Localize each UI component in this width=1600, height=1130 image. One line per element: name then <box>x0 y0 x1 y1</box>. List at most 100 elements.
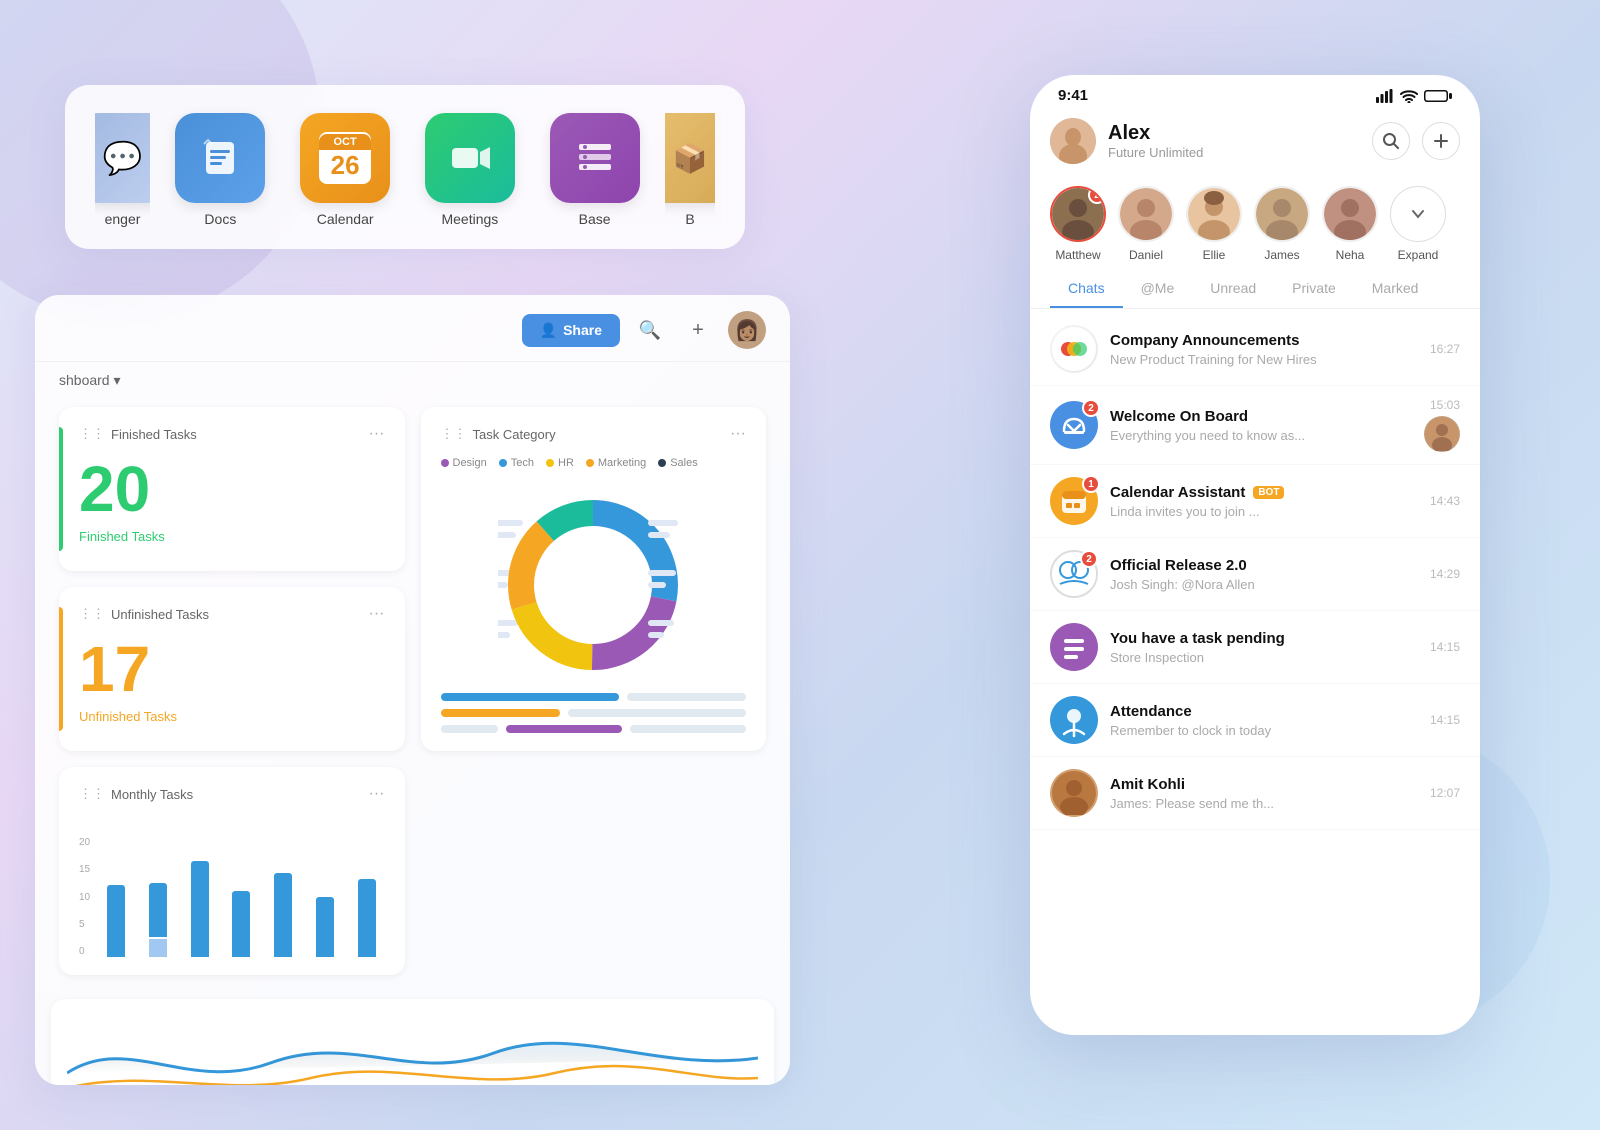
welcome-thumb <box>1424 416 1460 452</box>
bar-design <box>506 725 622 733</box>
legend-label-hr: HR <box>558 457 574 469</box>
company-time: 16:27 <box>1430 342 1460 356</box>
amit-preview: James: Please send me th... <box>1110 796 1418 811</box>
monthly-tasks-card: ⋮⋮ Monthly Tasks ··· 20 15 10 5 0 <box>59 767 405 975</box>
amit-time: 12:07 <box>1430 786 1460 800</box>
tab-unread[interactable]: Unread <box>1192 270 1274 308</box>
attendance-extra: 14:15 <box>1430 713 1460 727</box>
bar-6 <box>307 897 343 957</box>
legend-label-tech: Tech <box>511 457 534 469</box>
avatar-image: 👩🏽 <box>735 318 760 343</box>
daniel-avatar <box>1118 186 1174 242</box>
welcome-avatar: 2 <box>1050 401 1098 449</box>
search-action-btn[interactable] <box>1372 122 1410 160</box>
app-icon-base[interactable]: Base <box>540 113 649 227</box>
line-chart-card <box>51 999 774 1085</box>
story-expand[interactable]: Expand <box>1390 186 1446 262</box>
profile-info: Alex Future Unlimited <box>1108 122 1203 160</box>
category-more-btn[interactable]: ··· <box>730 425 746 443</box>
chat-company-announcements[interactable]: Company Announcements New Product Traini… <box>1030 313 1480 386</box>
legend-tech: Tech <box>499 457 534 469</box>
wifi-icon <box>1400 89 1418 103</box>
meetings-icon-box <box>425 113 515 203</box>
neha-avatar <box>1322 186 1378 242</box>
phone-mockup: 9:41 <box>1030 75 1480 1035</box>
profile-name: Alex <box>1108 122 1203 145</box>
tab-private[interactable]: Private <box>1274 270 1354 308</box>
unfinished-more-btn[interactable]: ··· <box>369 605 385 623</box>
story-neha[interactable]: Neha <box>1322 186 1378 262</box>
tab-chats[interactable]: Chats <box>1050 270 1123 308</box>
avatar-svg <box>1050 118 1096 164</box>
release-avatar: 2 <box>1050 550 1098 598</box>
bar-5 <box>265 873 301 957</box>
messenger-icon-box: 💬 <box>95 113 150 203</box>
release-extra: 14:29 <box>1430 567 1460 581</box>
add-button[interactable]: + <box>680 312 716 348</box>
calendar-label: Calendar <box>317 211 374 227</box>
profile-left: Alex Future Unlimited <box>1050 118 1203 164</box>
attendance-content: Attendance Remember to clock in today <box>1110 703 1418 738</box>
battery-icon <box>1424 89 1452 103</box>
app-icon-meetings[interactable]: Meetings <box>416 113 525 227</box>
chat-welcome[interactable]: 2 Welcome On Board Everything you need t… <box>1030 386 1480 465</box>
category-bar-row-2 <box>441 709 747 717</box>
grid-icon-2: ⋮⋮ <box>441 426 467 442</box>
signal-icon <box>1376 89 1394 103</box>
monthly-bar-chart: 20 15 10 5 0 <box>79 817 385 957</box>
app-icon-docs[interactable]: Docs <box>166 113 275 227</box>
bars-container <box>98 837 384 957</box>
chat-calendar-assistant[interactable]: 1 Calendar Assistant BOT Linda invites y… <box>1030 465 1480 538</box>
finished-indicator <box>59 427 63 551</box>
story-james[interactable]: James <box>1254 186 1310 262</box>
profile-avatar[interactable] <box>1050 118 1096 164</box>
app-icon-calendar[interactable]: OCT 26 Calendar <box>291 113 400 227</box>
user-avatar[interactable]: 👩🏽 <box>728 311 766 349</box>
expand-btn[interactable] <box>1390 186 1446 242</box>
task-name: You have a task pending <box>1110 630 1285 647</box>
bar-4 <box>223 891 259 957</box>
chat-official-release[interactable]: 2 Official Release 2.0 Josh Singh: @Nora… <box>1030 538 1480 611</box>
task-preview: Store Inspection <box>1110 650 1418 665</box>
monthly-title-text: Monthly Tasks <box>111 787 193 802</box>
story-matthew[interactable]: 2 Matthew <box>1050 186 1106 262</box>
chat-amit[interactable]: Amit Kohli James: Please send me th... 1… <box>1030 757 1480 830</box>
story-daniel[interactable]: Daniel <box>1118 186 1174 262</box>
bar-3 <box>182 861 218 957</box>
finished-count: 20 <box>79 457 385 521</box>
chat-attendance[interactable]: Attendance Remember to clock in today 14… <box>1030 684 1480 757</box>
add-action-btn[interactable] <box>1422 122 1460 160</box>
calendar-assistant-avatar: 1 <box>1050 477 1098 525</box>
tab-marked[interactable]: Marked <box>1354 270 1437 308</box>
company-name: Company Announcements <box>1110 332 1299 349</box>
monthly-more-btn[interactable]: ··· <box>369 785 385 803</box>
monthly-card-header: ⋮⋮ Monthly Tasks ··· <box>79 785 385 803</box>
task-extra: 14:15 <box>1430 640 1460 654</box>
tab-me[interactable]: @Me <box>1123 270 1193 308</box>
attendance-name: Attendance <box>1110 703 1192 720</box>
search-action-icon <box>1382 132 1400 150</box>
search-button[interactable]: 🔍 <box>632 312 668 348</box>
james-name: James <box>1264 248 1299 262</box>
calendar-name-row: Calendar Assistant BOT <box>1110 484 1418 501</box>
monthly-card-title: ⋮⋮ Monthly Tasks <box>79 786 193 802</box>
expand-label: Expand <box>1398 248 1439 262</box>
chat-task-pending[interactable]: You have a task pending Store Inspection… <box>1030 611 1480 684</box>
share-button[interactable]: 👤 Share <box>522 314 620 347</box>
calendar-preview: Linda invites you to join ... <box>1110 504 1418 519</box>
app-icon-extra-partial[interactable]: 📦 B <box>665 113 715 227</box>
bar-7 <box>349 879 385 957</box>
attendance-avatar <box>1050 696 1098 744</box>
welcome-name-row: Welcome On Board <box>1110 408 1412 425</box>
status-icons <box>1376 89 1452 103</box>
company-name-row: Company Announcements <box>1110 332 1418 349</box>
finished-more-btn[interactable]: ··· <box>369 425 385 443</box>
app-icon-messenger-partial[interactable]: 💬 enger <box>95 113 150 227</box>
legend-dot-marketing <box>586 459 594 467</box>
legend-dot-tech <box>499 459 507 467</box>
chat-list: Company Announcements New Product Traini… <box>1030 313 1480 993</box>
story-ellie[interactable]: Ellie <box>1186 186 1242 262</box>
legend-sales: Sales <box>658 457 698 469</box>
james-avatar <box>1254 186 1310 242</box>
category-title-text: Task Category <box>473 427 556 442</box>
